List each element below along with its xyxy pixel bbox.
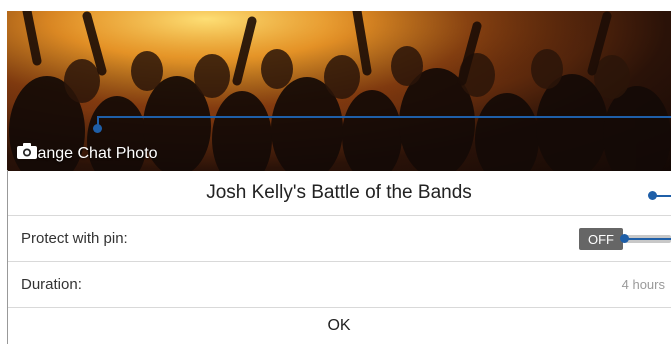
annotation-line-photo-horizontal xyxy=(97,116,671,118)
change-chat-photo-button[interactable]: Change Chat Photo xyxy=(17,143,158,165)
annotation-line-toggle xyxy=(624,238,671,240)
duration-row[interactable]: Duration: 4 hours xyxy=(7,262,671,308)
change-chat-photo-label: Change Chat Photo xyxy=(17,145,158,162)
chat-title: Josh Kelly's Battle of the Bands xyxy=(206,182,472,203)
toggle-state-label: OFF xyxy=(588,231,614,247)
chat-title-row: Josh Kelly's Battle of the Bands xyxy=(7,171,671,216)
protect-with-pin-row: Protect with pin: OFF xyxy=(7,216,671,262)
camera-icon xyxy=(17,143,37,159)
duration-label: Duration: xyxy=(21,276,82,293)
ok-label: OK xyxy=(327,317,351,334)
toggle-knob[interactable]: OFF xyxy=(579,228,623,250)
duration-value: 4 hours xyxy=(621,277,665,292)
dialog-left-edge xyxy=(7,170,8,344)
chat-photo[interactable]: Change Chat Photo xyxy=(7,11,671,171)
chat-settings-dialog: Change Chat Photo Josh Kelly's Battle of… xyxy=(7,11,671,344)
protect-with-pin-label: Protect with pin: xyxy=(21,230,128,247)
annotation-line-title xyxy=(652,195,671,197)
ok-button[interactable]: OK xyxy=(7,308,671,344)
